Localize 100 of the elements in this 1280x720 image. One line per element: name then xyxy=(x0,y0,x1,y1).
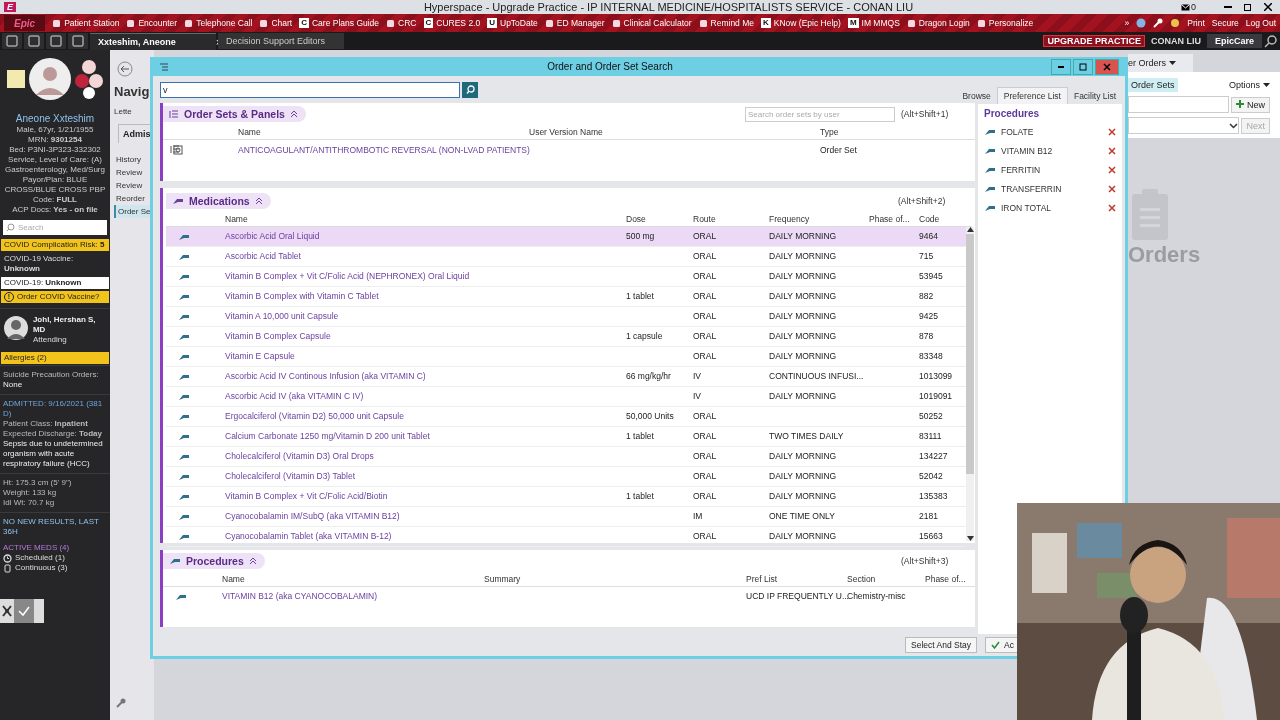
toolbar-button[interactable]: ED Manager xyxy=(544,18,605,28)
overflow-button[interactable]: » xyxy=(1124,18,1130,28)
search-button[interactable] xyxy=(462,81,478,98)
medication-row[interactable]: Vitamin B Complex with Vitamin C Tablet 1 tablet ORAL DAILY MORNING 882 xyxy=(166,286,966,307)
new-button[interactable]: New xyxy=(1231,96,1270,113)
medication-name[interactable]: Cholecalciferol (Vitamin D3) Oral Drops xyxy=(225,451,626,462)
medication-name[interactable]: Cyanocobalamin IM/SubQ (aka VITAMIN B12) xyxy=(225,511,626,522)
preference-item[interactable]: FOLATE xyxy=(1001,126,1103,137)
order-set-name[interactable]: ANTICOAGULANT/ANTITHROMBOTIC REVERSAL (NON-LVAD PATIENTS) xyxy=(238,144,529,155)
toolbar-button[interactable]: Print xyxy=(1187,18,1205,28)
navigator-item[interactable]: History xyxy=(114,153,154,166)
workspace-tab[interactable]: Decision Support Editors xyxy=(218,33,344,49)
letter-link[interactable]: Lette xyxy=(114,107,154,116)
section-link[interactable]: Order Sets xyxy=(1128,78,1178,92)
collapse-icon[interactable] xyxy=(248,556,257,565)
shortcut-hint[interactable]: (Alt+Shift+3) xyxy=(901,555,969,566)
preference-item[interactable]: VITAMIN B12 xyxy=(1001,145,1103,156)
column-header[interactable]: Name xyxy=(225,213,626,224)
medication-row[interactable]: Vitamin A 10,000 unit Capsule ORAL DAILY MORNING 9425 xyxy=(166,306,966,327)
toolbar-button[interactable]: C CURES 2.0 xyxy=(423,18,481,28)
medication-name[interactable]: Calcium Carbonate 1250 mg/Vitamin D 200 unit Tablet xyxy=(225,431,626,442)
close-button[interactable] xyxy=(1095,58,1119,75)
column-header[interactable]: Summary xyxy=(484,573,746,584)
toolbar-button[interactable]: Encounter xyxy=(126,18,178,28)
activity-tab[interactable]: er Orders xyxy=(1128,54,1193,72)
toolbar-button[interactable]: Telephone Call xyxy=(184,18,253,28)
medication-name[interactable]: Ascorbic Acid Tablet xyxy=(225,251,626,262)
toolbar-button[interactable]: Clinical Calculator xyxy=(611,18,692,28)
column-header[interactable]: Phase of... xyxy=(925,573,975,584)
toolbar-button[interactable]: Personalize xyxy=(976,18,1034,28)
collapse-icon[interactable] xyxy=(289,110,298,119)
coin-icon[interactable] xyxy=(1170,18,1181,28)
medication-name[interactable]: Vitamin A 10,000 unit Capsule xyxy=(225,311,626,322)
workspace-tab[interactable]: Xxteshim, Aneone xyxy=(90,32,216,50)
list-tab[interactable]: Preference List xyxy=(996,87,1068,104)
active-med-link[interactable]: Scheduled (1) xyxy=(15,553,65,563)
active-med-link[interactable]: Continuous (3) xyxy=(15,563,68,573)
navigator-item[interactable]: Review xyxy=(114,166,154,179)
medication-row[interactable]: Cholecalciferol (Vitamin D3) Tablet ORAL DAILY MORNING 52042 xyxy=(166,466,966,487)
remove-icon[interactable] xyxy=(1108,203,1116,212)
medication-row[interactable]: Vitamin B Complex + Vit C/Folic Acid/Biotin 1 tablet ORAL DAILY MORNING 135383 xyxy=(166,486,966,507)
toggle-switch[interactable] xyxy=(0,599,44,623)
toolbar-button[interactable]: K KNow (Epic Help) xyxy=(761,18,841,28)
results-status[interactable]: NO NEW RESULTS, LAST 36H xyxy=(3,517,107,537)
column-header[interactable]: Frequency xyxy=(769,213,869,224)
remove-icon[interactable] xyxy=(1108,184,1116,193)
preference-item[interactable]: FERRITIN xyxy=(1001,164,1103,175)
medication-name[interactable]: Ergocalciferol (Vitamin D2) 50,000 unit Capsule xyxy=(225,411,626,422)
toolbar-icon[interactable] xyxy=(2,33,22,49)
physician-name[interactable]: Johl, Hershan S, MD xyxy=(32,315,107,335)
toolbar-icon[interactable] xyxy=(68,33,88,49)
medication-row[interactable]: Ascorbic Acid Oral Liquid 500 mg ORAL DAILY MORNING 9464 xyxy=(166,226,966,247)
toolbar-button[interactable]: Remind Me xyxy=(698,18,755,28)
shortcut-hint[interactable]: (Alt+Shift+2) xyxy=(898,195,966,206)
scrollbar[interactable] xyxy=(966,226,974,541)
minimize-button[interactable] xyxy=(1051,58,1071,75)
remove-icon[interactable] xyxy=(1108,127,1116,136)
toolbar-button[interactable]: CRC xyxy=(386,18,417,28)
medication-name[interactable]: Cholecalciferol (Vitamin D3) Tablet xyxy=(225,471,626,482)
medication-row[interactable]: Vitamin B Complex Capsule 1 capsule ORAL DAILY MORNING 878 xyxy=(166,326,966,347)
remove-icon[interactable] xyxy=(1108,146,1116,155)
shortcut-hint[interactable]: (Alt+Shift+1) xyxy=(901,109,969,120)
medication-name[interactable]: Vitamin B Complex Capsule xyxy=(225,331,626,342)
medication-row[interactable]: Ascorbic Acid Tablet ORAL DAILY MORNING 715 xyxy=(166,246,966,267)
list-tab[interactable]: Browse xyxy=(956,88,997,104)
preference-item[interactable]: TRANSFERRIN xyxy=(1001,183,1103,194)
toolbar-button[interactable]: Log Out xyxy=(1245,18,1276,28)
allergies-banner[interactable]: Allergies (2) xyxy=(1,352,109,364)
navigator-item[interactable]: Review xyxy=(114,179,154,192)
note-icon[interactable] xyxy=(6,69,26,89)
medication-name[interactable]: Ascorbic Acid IV (aka VITAMIN C IV) xyxy=(225,391,626,402)
medication-name[interactable]: Ascorbic Acid IV Continous Infusion (aka VITAMIN C) xyxy=(225,371,626,382)
medication-name[interactable]: Vitamin B Complex + Vit C/Folic Acid/Biotin xyxy=(225,491,626,502)
column-header[interactable]: Section xyxy=(847,573,925,584)
preference-item[interactable]: IRON TOTAL xyxy=(1001,202,1103,213)
scroll-down-icon[interactable] xyxy=(966,535,974,541)
medication-name[interactable]: Vitamin E Capsule xyxy=(225,351,626,362)
toolbar-icon[interactable] xyxy=(46,33,66,49)
status-icons-drawing[interactable] xyxy=(74,59,104,99)
wrench-icon[interactable] xyxy=(1153,18,1164,28)
search-icon[interactable] xyxy=(1264,34,1278,48)
toolbar-button[interactable]: U UpToDate xyxy=(487,18,538,28)
medication-name[interactable]: Vitamin B Complex with Vitamin C Tablet xyxy=(225,291,626,302)
column-header[interactable]: Dose xyxy=(626,213,693,224)
collapse-icon[interactable] xyxy=(254,196,263,205)
order-field[interactable] xyxy=(1128,96,1230,113)
toolbar-button[interactable]: Secure xyxy=(1211,18,1239,28)
column-header[interactable]: Name xyxy=(238,127,529,138)
toolbar-button[interactable]: Patient Station xyxy=(52,18,120,28)
column-header[interactable]: User Version Name xyxy=(529,127,820,138)
column-header[interactable]: Pref List xyxy=(746,573,847,584)
medication-row[interactable]: Calcium Carbonate 1250 mg/Vitamin D 200 unit Tablet 1 tablet ORAL TWO TIMES DAILY 83111 xyxy=(166,426,966,447)
toolbar-icon[interactable] xyxy=(24,33,44,49)
options-menu[interactable]: Options xyxy=(1228,80,1270,90)
column-header[interactable]: Phase of... xyxy=(869,213,919,224)
admission-date[interactable]: ADMITTED: 9/16/2021 (381 D) xyxy=(3,399,107,419)
toolbar-button[interactable]: C Care Plans Guide xyxy=(299,18,380,28)
order-search-field[interactable]: v xyxy=(160,81,460,98)
medication-row[interactable]: Cholecalciferol (Vitamin D3) Oral Drops ORAL DAILY MORNING 134227 xyxy=(166,446,966,467)
patient-name[interactable]: Aneone Xxteshim xyxy=(0,112,110,125)
